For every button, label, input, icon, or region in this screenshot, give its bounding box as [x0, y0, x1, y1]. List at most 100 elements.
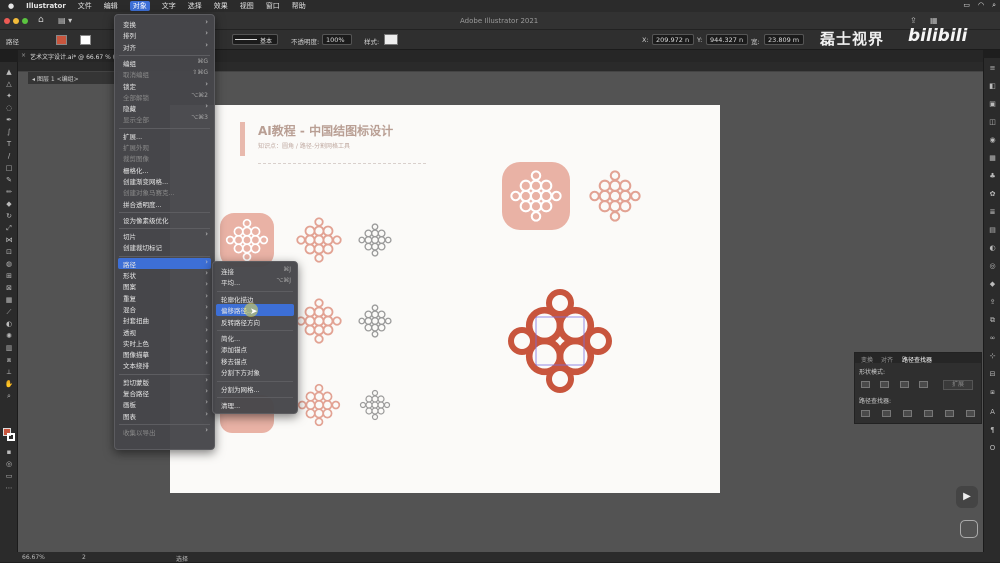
menu-item[interactable]: 锁定 — [123, 81, 136, 91]
menu-type[interactable]: 文字 — [162, 1, 176, 11]
draw-mode-icon[interactable]: ◎ — [4, 460, 14, 469]
menu-item[interactable]: 混合 — [123, 304, 136, 314]
workspace-switcher-icon[interactable]: ▤ ▾ — [58, 16, 72, 25]
breadcrumb-group[interactable]: <编组> — [57, 76, 79, 83]
edit-toolbar-icon[interactable]: ⋯ — [4, 484, 14, 493]
menu-item[interactable]: 连接 — [221, 266, 234, 276]
gray-knot-icon-3[interactable] — [359, 389, 391, 421]
back-arrow-icon[interactable]: ◂ — [32, 76, 35, 83]
perspective-grid-tool-icon[interactable]: ⊞ — [4, 272, 14, 281]
brushes-icon[interactable]: ♣ — [988, 172, 997, 181]
menu-item[interactable]: 扩展... — [123, 131, 142, 141]
menu-item[interactable]: 创建裁切标记 — [123, 242, 162, 252]
blend-tool-icon[interactable]: ◐ — [4, 320, 14, 329]
outline-button[interactable] — [945, 410, 954, 417]
transparency-icon[interactable]: ◐ — [988, 244, 997, 253]
menu-item[interactable]: 平均... — [221, 277, 240, 287]
free-transform-tool-icon[interactable]: ⊡ — [4, 248, 14, 257]
menu-item[interactable]: 切片 — [123, 231, 136, 241]
pink-knot-icon-3[interactable] — [297, 383, 341, 427]
pen-tool-icon[interactable]: ✒ — [4, 116, 14, 125]
menu-item[interactable]: 创建渐变网格... — [123, 176, 168, 186]
home-icon[interactable]: ⌂ — [38, 15, 44, 25]
pink-knot-large[interactable] — [589, 170, 641, 222]
mesh-tool-icon[interactable]: ⊠ — [4, 284, 14, 293]
links-icon[interactable]: ∞ — [988, 334, 997, 343]
align-icon[interactable]: ⊟ — [988, 370, 997, 379]
menu-item[interactable]: 图表 — [123, 411, 136, 421]
gray-knot-icon-2[interactable] — [358, 304, 392, 338]
rounded-square-knot-icon[interactable] — [220, 213, 274, 267]
tv-icon[interactable]: ▶ — [956, 486, 978, 508]
magic-wand-tool-icon[interactable]: ✦ — [4, 92, 14, 101]
artboard-number[interactable]: 2 — [82, 554, 86, 561]
tab-transform[interactable]: 变换 — [861, 355, 873, 364]
menu-edit[interactable]: 编辑 — [104, 1, 118, 11]
pink-knot-icon-2[interactable] — [296, 298, 342, 344]
menu-item[interactable]: 清理... — [221, 400, 240, 410]
character-icon[interactable]: A — [988, 408, 997, 417]
stroke-color-swatch[interactable] — [80, 35, 91, 45]
artboards-icon[interactable]: ⧉ — [988, 316, 997, 325]
curvature-tool-icon[interactable]: ∫ — [4, 128, 14, 137]
color-mode-icon[interactable]: ▪ — [4, 448, 14, 457]
paragraph-icon[interactable]: ¶ — [988, 426, 997, 435]
tab-pathfinder[interactable]: 路径查找器 — [902, 355, 932, 364]
apple-icon[interactable]: ● — [8, 2, 14, 10]
close-window-button[interactable] — [4, 18, 10, 24]
search-icon[interactable]: ⌕ — [992, 1, 996, 10]
minus-back-button[interactable] — [966, 410, 975, 417]
menu-item[interactable]: 封套扭曲 — [123, 315, 149, 325]
menu-item[interactable]: 简化... — [221, 333, 240, 343]
paintbrush-tool-icon[interactable]: ✎ — [4, 176, 14, 185]
line-tool-icon[interactable]: / — [4, 152, 14, 161]
unite-button[interactable] — [861, 381, 870, 388]
menu-item[interactable]: 复合路径 — [123, 388, 149, 398]
stroke-icon[interactable]: ≣ — [988, 208, 997, 217]
menu-select[interactable]: 选择 — [188, 1, 202, 11]
hand-tool-icon[interactable]: ✋ — [4, 380, 14, 389]
pip-icon[interactable] — [960, 520, 978, 538]
width-input[interactable]: 23.809 m — [764, 34, 804, 45]
menu-item[interactable]: 剪切蒙版 — [123, 377, 149, 387]
menu-object[interactable]: 对象 — [129, 1, 150, 11]
type-tool-icon[interactable]: T — [4, 140, 14, 149]
gray-knot-icon[interactable] — [358, 223, 392, 257]
menu-item[interactable]: 设为像素级优化 — [123, 215, 169, 225]
divide-button[interactable] — [861, 410, 870, 417]
document-tab[interactable]: 艺术文字设计.ai* @ 66.67 % (R — [30, 52, 119, 61]
direct-selection-tool-icon[interactable]: △ — [4, 80, 14, 89]
rounded-square-knot-large[interactable] — [502, 162, 570, 230]
swatches-icon[interactable]: ▦ — [988, 154, 997, 163]
y-input[interactable]: 944.327 n — [706, 34, 748, 45]
width-tool-icon[interactable]: ⋈ — [4, 236, 14, 245]
pencil-tool-icon[interactable]: ✏ — [4, 188, 14, 197]
minimize-window-button[interactable] — [13, 18, 19, 24]
rectangle-tool-icon[interactable]: □ — [4, 164, 14, 173]
zoom-tool-icon[interactable]: ⌕ — [4, 392, 14, 401]
symbol-sprayer-tool-icon[interactable]: ✺ — [4, 332, 14, 341]
stroke-swatch[interactable] — [7, 433, 15, 441]
share-icon[interactable]: ⇪ — [910, 16, 917, 25]
expand-button[interactable]: 扩展 — [943, 380, 973, 390]
menu-item[interactable]: 拼合透明度... — [123, 199, 162, 209]
zoom-level[interactable]: 66.67% — [22, 554, 45, 561]
menu-item[interactable]: 实时上色 — [123, 338, 149, 348]
menu-item[interactable]: 编组 — [123, 58, 136, 68]
trim-button[interactable] — [882, 410, 891, 417]
arrange-icon[interactable]: ▦ — [930, 16, 938, 25]
fill-color-swatch[interactable] — [56, 35, 67, 45]
menu-item[interactable]: 分割下方对象 — [221, 367, 260, 377]
menu-help[interactable]: 帮助 — [292, 1, 306, 11]
properties-icon[interactable]: ≡ — [988, 64, 997, 73]
menu-item[interactable]: 图像描摹 — [123, 349, 149, 359]
pathfinder-icon[interactable]: ⧆ — [988, 388, 997, 397]
pink-knot-icon[interactable] — [296, 217, 342, 263]
merge-button[interactable] — [903, 410, 912, 417]
gradient-tool-icon[interactable]: ▦ — [4, 296, 14, 305]
color-icon[interactable]: ◉ — [988, 136, 997, 145]
eraser-tool-icon[interactable]: ◆ — [4, 200, 14, 209]
opacity-input[interactable]: 100% — [322, 34, 352, 45]
menu-item[interactable]: 栅格化... — [123, 165, 149, 175]
stroke-profile-select[interactable]: 基本 — [232, 34, 278, 45]
